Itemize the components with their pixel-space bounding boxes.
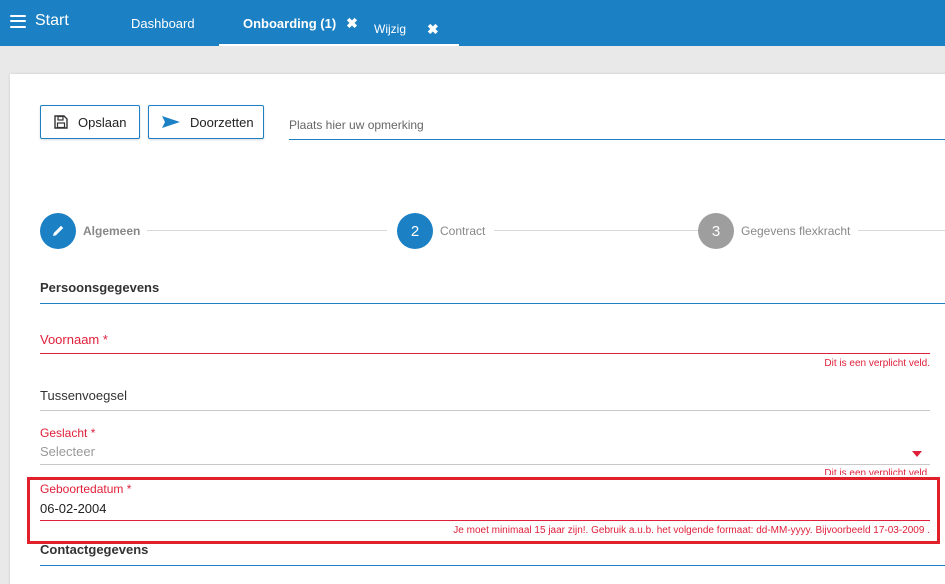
select-placeholder: Selecteer (40, 444, 95, 459)
tab-label: Dashboard (131, 15, 195, 31)
save-button[interactable]: Opslaan (40, 105, 140, 139)
tab-underline (219, 44, 362, 46)
step-algemeen[interactable]: Algemeen (40, 213, 140, 249)
pencil-icon (40, 213, 76, 249)
required-mark: * (90, 426, 96, 440)
tab-dashboard[interactable]: Dashboard (131, 0, 195, 46)
highlight-box (27, 477, 940, 544)
step-gegevens-flexkracht[interactable]: 3 Gegevens flexkracht (698, 213, 850, 249)
forward-button-label: Doorzetten (190, 114, 254, 130)
field-label: Geslacht (40, 426, 88, 440)
menu-icon (10, 14, 26, 28)
start-label: Start (35, 12, 69, 29)
tussenvoegsel-field[interactable]: Tussenvoegsel (40, 388, 930, 412)
voornaam-field[interactable]: Voornaam * Dit is een verplicht veld. (40, 332, 930, 372)
gender-select[interactable]: Geslacht * Selecteer Dit is een verplich… (40, 426, 930, 475)
step-label: Algemeen (83, 224, 141, 238)
tab-underline (362, 44, 459, 46)
floppy-disk-icon (53, 114, 69, 130)
required-mark: * (102, 332, 108, 347)
field-underline (40, 464, 930, 465)
error-message: Dit is een verplicht veld. (824, 358, 930, 369)
tab-label: Onboarding (1) (243, 15, 337, 31)
close-icon[interactable]: ✖ (346, 15, 358, 32)
step-contract[interactable]: 2 Contract (397, 213, 485, 249)
step-number: 2 (397, 213, 433, 249)
step-label: Gegevens flexkracht (741, 224, 851, 238)
field-label: Tussenvoegsel (40, 388, 127, 403)
stepper-connector (147, 230, 387, 231)
tab-onboarding[interactable]: Onboarding (1) ✖ (219, 0, 362, 46)
tab-label: Wijzig (374, 22, 406, 36)
error-message: Dit is een verplicht veld. (824, 468, 930, 475)
caret-down-icon[interactable] (912, 451, 922, 457)
start-menu-button[interactable]: Start (10, 12, 69, 30)
section-heading-persoonsgegevens: Persoonsgegevens (40, 280, 945, 304)
field-underline (40, 353, 930, 354)
field-label: Voornaam (40, 332, 100, 347)
forward-button[interactable]: Doorzetten (148, 105, 264, 139)
remark-input[interactable] (289, 110, 945, 140)
step-label: Contract (440, 224, 486, 238)
field-underline (40, 410, 930, 411)
send-icon (161, 114, 181, 130)
save-button-label: Opslaan (78, 114, 127, 130)
stepper-connector (494, 230, 698, 231)
stepper-connector (858, 230, 945, 231)
close-icon[interactable]: ✖ (427, 21, 439, 38)
tab-wijzig[interactable]: Wijzig ✖ (362, 0, 459, 46)
step-number: 3 (698, 213, 734, 249)
section-heading-contactgegevens: Contactgegevens (40, 542, 945, 566)
top-navigation-bar: Start Dashboard Onboarding (1) ✖ Wijzig … (0, 0, 945, 46)
